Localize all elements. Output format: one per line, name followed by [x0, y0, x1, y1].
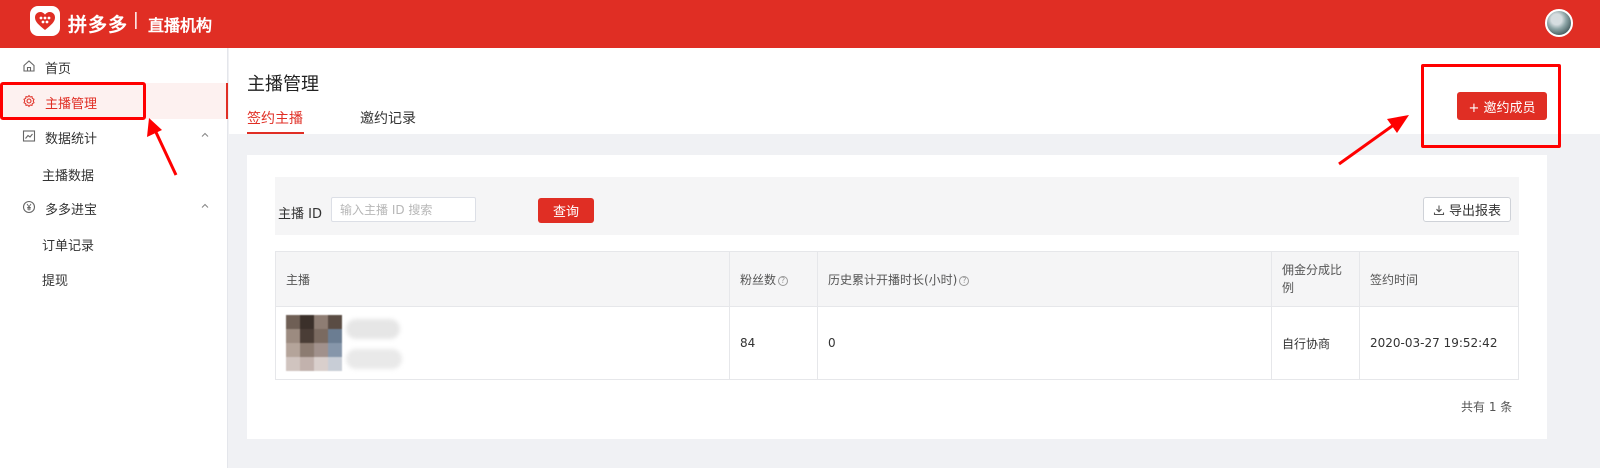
active-tab-underline	[247, 132, 304, 134]
user-avatar[interactable]	[1545, 9, 1573, 37]
brand-name: 拼多多	[68, 14, 129, 36]
sidebar-subitem-order-records[interactable]: 订单记录	[42, 235, 94, 254]
sidebar-item-label: 首页	[45, 62, 72, 77]
export-label: 导出报表	[1448, 204, 1501, 219]
query-button[interactable]: 查询	[538, 198, 594, 223]
chart-icon	[22, 130, 36, 142]
annotation-highlight-invite	[1421, 64, 1561, 148]
column-header-commission: 佣金分成比例	[1271, 251, 1360, 307]
brand-separator: |	[133, 10, 139, 30]
table-row: 84 0 自行协商 2020-03-27 19:52:42	[275, 306, 1519, 380]
anchor-name-redacted	[346, 319, 400, 339]
home-icon	[23, 60, 35, 72]
anchor-cell	[275, 306, 730, 380]
total-count: 共有 1 条	[1461, 400, 1513, 414]
commission-cell: 自行协商	[1271, 306, 1360, 380]
sidebar-item-data-statistics[interactable]: 数据统计	[0, 118, 228, 154]
page-header: 主播管理 签约主播 邀约记录 + 邀约成员	[229, 48, 1600, 134]
active-indicator	[226, 83, 228, 119]
table-header-row: 主播 粉丝数? 历史累计开播时长(小时)? 佣金分成比例 签约时间	[275, 251, 1519, 307]
search-bar: 主播 ID 查询 导出报表	[275, 177, 1519, 235]
anchor-avatar	[286, 315, 342, 371]
tab-signed-anchors[interactable]: 签约主播	[247, 108, 303, 128]
sidebar-subitem-anchor-data[interactable]: 主播数据	[42, 165, 94, 184]
sidebar-item-label: 多多进宝	[45, 203, 98, 218]
stream-hours-cell: 0	[817, 306, 1272, 380]
column-header-stream-hours: 历史累计开播时长(小时)?	[817, 251, 1272, 307]
download-icon	[1433, 205, 1445, 215]
column-header-signed-time: 签约时间	[1359, 251, 1519, 307]
content-card: 主播 ID 查询 导出报表 主播 粉丝数? 历史累计开播时长(小时)? 佣金分成…	[247, 155, 1547, 439]
tab-invitation-records[interactable]: 邀约记录	[360, 108, 416, 128]
anchor-table: 主播 粉丝数? 历史累计开播时长(小时)? 佣金分成比例 签约时间 84 0 自…	[275, 251, 1519, 380]
help-icon[interactable]: ?	[778, 275, 789, 286]
column-header-fans: 粉丝数?	[729, 251, 818, 307]
anchor-id-search-input[interactable]	[331, 197, 476, 222]
chevron-up-icon[interactable]	[200, 201, 210, 211]
sidebar-item-duoduo-jinbao[interactable]: 多多进宝	[0, 189, 228, 225]
yen-coin-icon	[22, 200, 36, 214]
signed-time-cell: 2020-03-27 19:52:42	[1359, 306, 1519, 380]
help-icon[interactable]: ?	[959, 275, 970, 286]
anchor-id-label: 主播 ID	[278, 207, 322, 222]
pinduoduo-logo-icon[interactable]	[30, 6, 60, 36]
column-header-anchor: 主播	[275, 251, 730, 307]
page-title: 主播管理	[247, 74, 319, 95]
fans-cell: 84	[729, 306, 818, 380]
sidebar-subitem-withdraw[interactable]: 提现	[42, 270, 68, 289]
sidebar-item-home[interactable]: 首页	[0, 48, 228, 84]
anchor-id-redacted	[346, 349, 402, 369]
brand-subtitle: 直播机构	[148, 16, 213, 35]
top-bar: 拼多多 | 直播机构	[0, 0, 1600, 48]
annotation-highlight-sidebar	[0, 82, 146, 120]
chevron-up-icon[interactable]	[200, 130, 210, 140]
sidebar-item-label: 数据统计	[45, 132, 98, 147]
export-report-button[interactable]: 导出报表	[1423, 197, 1511, 222]
